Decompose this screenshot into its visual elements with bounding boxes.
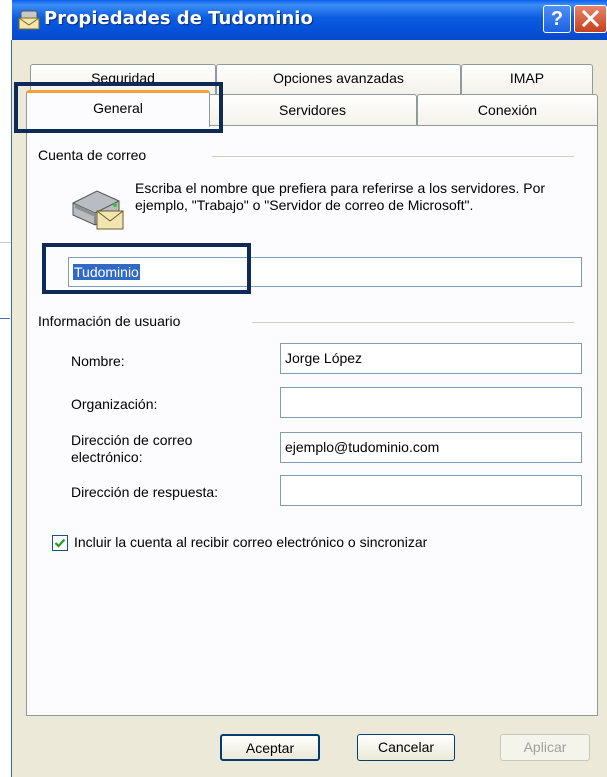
title-bar[interactable]: Propiedades de Tudominio ? <box>12 0 607 40</box>
reply-address-label: Dirección de respuesta: <box>71 484 219 500</box>
tab-servidores[interactable]: Servidores <box>208 94 417 126</box>
tab-label: Conexión <box>477 102 538 118</box>
background-divider <box>0 318 10 319</box>
account-name-selected-text: Tudominio <box>73 264 140 280</box>
include-account-checkbox[interactable] <box>52 535 68 551</box>
include-account-label[interactable]: Incluir la cuenta al recibir correo elec… <box>74 534 427 551</box>
apply-button[interactable]: Aplicar <box>500 734 590 761</box>
close-button[interactable] <box>574 5 607 33</box>
email-label: Dirección de correo electrónico: <box>71 432 192 466</box>
account-name-input[interactable]: Tudominio <box>68 257 582 287</box>
mail-account-group-label: Cuenta de correo <box>38 147 153 163</box>
name-label: Nombre: <box>71 353 125 369</box>
ok-button[interactable]: Aceptar <box>220 734 320 761</box>
tab-label: Seguridad <box>91 70 155 86</box>
help-button[interactable]: ? <box>543 5 571 33</box>
mail-account-description: Escriba el nombre que prefiera para refe… <box>135 180 546 213</box>
email-label-line2: electrónico: <box>71 449 143 465</box>
mail-server-icon <box>72 190 124 230</box>
tab-conexion[interactable]: Conexión <box>417 94 598 126</box>
tab-general[interactable]: General <box>26 90 210 127</box>
mail-account-icon <box>18 10 40 30</box>
group-divider <box>212 156 574 157</box>
user-info-group-label: Información de usuario <box>38 313 187 329</box>
tab-imap[interactable]: IMAP <box>461 64 593 94</box>
window-title: Propiedades de Tudominio <box>44 8 313 29</box>
background-divider <box>0 242 11 243</box>
properties-dialog: Propiedades de Tudominio ? Seguridad Opc… <box>12 0 607 777</box>
cancel-button[interactable]: Cancelar <box>357 734 455 761</box>
organization-field[interactable] <box>280 387 582 418</box>
reply-address-field[interactable] <box>280 475 582 506</box>
organization-label: Organización: <box>71 396 158 412</box>
tab-label: IMAP <box>509 70 545 86</box>
email-label-line1: Dirección de correo <box>71 432 193 448</box>
close-icon <box>581 9 600 28</box>
group-divider <box>252 322 574 323</box>
tab-opciones-avanzadas[interactable]: Opciones avanzadas <box>216 64 461 94</box>
tab-label: General <box>93 100 143 116</box>
tab-label: Opciones avanzadas <box>273 70 404 86</box>
email-field[interactable]: ejemplo@tudominio.com <box>280 432 582 463</box>
tab-label: Servidores <box>279 102 346 118</box>
checkmark-icon <box>54 538 66 548</box>
name-field[interactable]: Jorge López <box>280 343 582 374</box>
